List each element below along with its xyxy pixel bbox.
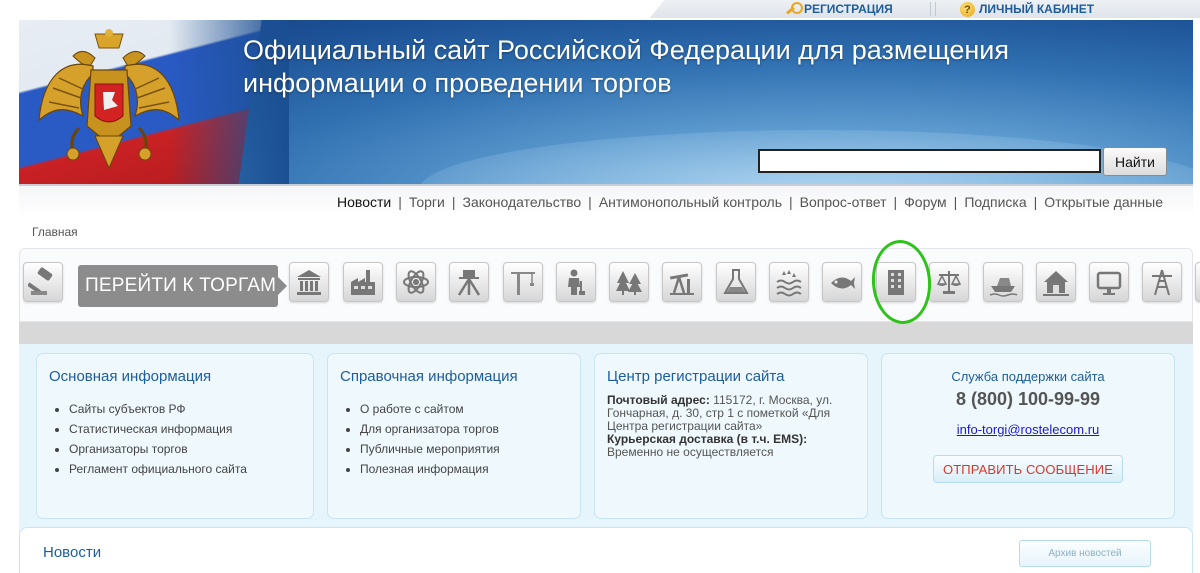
support-card: Служба поддержки сайта 8 (800) 100-99-99…: [881, 353, 1175, 519]
coat-of-arms-logo: [38, 29, 180, 170]
postal-address-label: Почтовый адрес:: [607, 393, 710, 407]
site-header: Официальный сайт Российской Федерации дл…: [19, 20, 1193, 184]
courier-delivery-label: Курьерская доставка (в т.ч. EMS):: [607, 432, 808, 446]
user-bar: РЕГИСТРАЦИЯ ЛИЧНЫЙ КАБИНЕТ: [650, 0, 1200, 18]
nav-separator: |: [451, 194, 456, 210]
flask-icon[interactable]: [716, 262, 756, 302]
radio-tower-icon[interactable]: [1195, 262, 1200, 302]
support-title: Служба поддержки сайта: [951, 369, 1105, 384]
list-item[interactable]: Статистическая информация: [69, 419, 313, 439]
list-item[interactable]: Полезная информация: [360, 459, 580, 479]
cabinet-icon: [960, 1, 975, 18]
nav-link[interactable]: Законодательство: [462, 194, 581, 210]
user-bar-separator: [930, 2, 936, 16]
nav-separator: |: [893, 194, 898, 210]
main-nav-list: Новости | Торги | Законодательство | Антимоноп…: [337, 194, 1163, 210]
category-strip-band: [19, 322, 1193, 344]
nav-separator: |: [1033, 194, 1038, 210]
nav-separator: |: [398, 194, 402, 210]
support-email-link[interactable]: info-torgi@rostelecom.ru: [957, 422, 1100, 437]
nav-item: | Законодательство: [445, 194, 581, 210]
nav-link[interactable]: Вопрос-ответ: [800, 194, 887, 210]
support-phone: 8 (800) 100-99-99: [955, 389, 1101, 409]
crane-icon[interactable]: [503, 262, 543, 302]
search-input[interactable]: [758, 149, 1101, 173]
worker-icon[interactable]: [556, 262, 596, 302]
power-line-icon[interactable]: [1142, 262, 1182, 302]
fish-icon[interactable]: [822, 262, 862, 302]
reference-info-card: Справочная информация О работе с сайтом …: [327, 353, 581, 519]
main-nav: Новости | Торги | Законодательство | Антимоноп…: [19, 184, 1193, 216]
user-bar-background: [650, 0, 1200, 18]
registration-center-title[interactable]: Центр регистрации сайта: [607, 368, 867, 385]
main-info-list: Сайты субъектов РФ Статистическая информ…: [69, 399, 313, 479]
forest-icon[interactable]: [609, 262, 649, 302]
nav-link[interactable]: Форум: [904, 194, 947, 210]
main-info-title[interactable]: Основная информация: [49, 368, 313, 385]
nav-separator: |: [588, 194, 592, 210]
list-item[interactable]: Организаторы торгов: [69, 439, 313, 459]
boat-icon[interactable]: [983, 262, 1023, 302]
main-info-card: Основная информация Сайты субъектов РФ С…: [36, 353, 314, 519]
key-icon: [784, 2, 803, 16]
oil-pump-icon[interactable]: [662, 262, 702, 302]
nav-item: | Торги: [391, 194, 445, 210]
news-section: [19, 527, 1193, 573]
personal-cabinet-link[interactable]: ЛИЧНЫЙ КАБИНЕТ: [960, 0, 1094, 18]
list-item[interactable]: О работе с сайтом: [360, 399, 580, 419]
list-item[interactable]: Публичные мероприятия: [360, 439, 580, 459]
water-icon[interactable]: [769, 262, 809, 302]
list-item[interactable]: Для организатора торгов: [360, 419, 580, 439]
register-link[interactable]: РЕГИСТРАЦИЯ: [784, 0, 893, 18]
registration-address: Почтовый адрес: 115172, г. Москва, ул. Г…: [607, 394, 857, 459]
list-item[interactable]: Регламент официального сайта: [69, 459, 313, 479]
nav-link[interactable]: Новости: [337, 194, 391, 210]
site-title-line1: Официальный сайт Российской Федерации дл…: [243, 35, 1010, 65]
site-title: Официальный сайт Российской Федерации дл…: [243, 34, 1143, 100]
theodolite-icon[interactable]: [449, 262, 489, 302]
scales-icon[interactable]: [929, 262, 969, 302]
register-label: РЕГИСТРАЦИЯ: [804, 2, 893, 16]
registration-center-card: Центр регистрации сайта Почтовый адрес: …: [594, 353, 868, 519]
nav-link[interactable]: Антимонопольный контроль: [599, 194, 782, 210]
tv-icon[interactable]: [1089, 262, 1129, 302]
nav-item: | Подписка: [947, 194, 1027, 210]
nav-item: Новости: [337, 194, 391, 210]
reference-info-list: О работе с сайтом Для организатора торго…: [360, 399, 580, 479]
nav-link[interactable]: Подписка: [964, 194, 1026, 210]
send-message-button[interactable]: ОТПРАВИТЬ СООБЩЕНИЕ: [933, 455, 1123, 483]
news-title[interactable]: Новости: [43, 544, 101, 561]
gavel-icon[interactable]: [23, 262, 63, 302]
government-building-icon[interactable]: [289, 262, 329, 302]
news-archive-button[interactable]: Архив новостей: [1019, 540, 1151, 567]
cabinet-label: ЛИЧНЫЙ КАБИНЕТ: [979, 2, 1095, 16]
atom-icon[interactable]: [396, 262, 436, 302]
site-title-line2: информации о проведении торгов: [243, 68, 672, 98]
nav-separator: |: [789, 194, 793, 210]
nav-separator: |: [953, 194, 958, 210]
courier-delivery-value: Временно не осуществляется: [607, 445, 774, 459]
goto-auctions-button[interactable]: ПЕРЕЙТИ К ТОРГАМ: [78, 265, 287, 307]
reference-info-title[interactable]: Справочная информация: [340, 368, 580, 385]
nav-link[interactable]: Открытые данные: [1044, 194, 1163, 210]
nav-link[interactable]: Торги: [409, 194, 445, 210]
list-item[interactable]: Сайты субъектов РФ: [69, 399, 313, 419]
nav-item: | Форум: [887, 194, 947, 210]
factory-icon[interactable]: [343, 262, 383, 302]
house-icon[interactable]: [1036, 262, 1076, 302]
breadcrumb[interactable]: Главная: [32, 225, 78, 239]
nav-item: | Открытые данные: [1027, 194, 1163, 210]
search-button[interactable]: Найти: [1103, 147, 1167, 176]
nav-item: | Антимонопольный контроль: [581, 194, 782, 210]
nav-item: | Вопрос-ответ: [782, 194, 886, 210]
